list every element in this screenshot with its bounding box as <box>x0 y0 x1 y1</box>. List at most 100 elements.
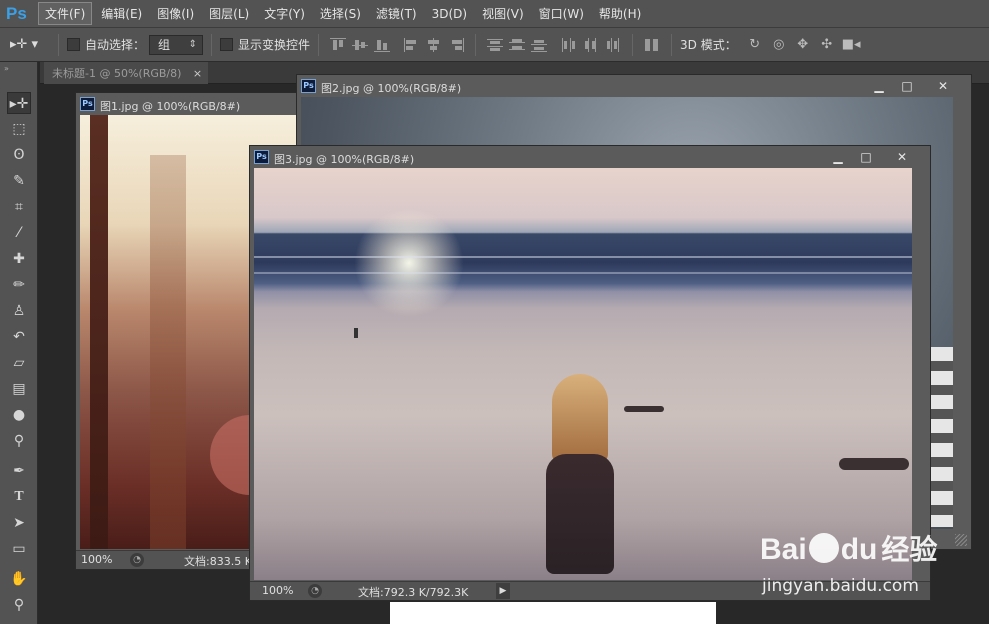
window-title-bar[interactable]: Ps 图1.jpg @ 100%(RGB/8#) <box>76 93 304 115</box>
distribute-hcenter-icon[interactable] <box>583 37 599 52</box>
window-title: 图3.jpg @ 100%(RGB/8#) <box>274 153 415 166</box>
marquee-tool-icon[interactable]: ⬚ <box>7 118 31 140</box>
auto-select-label: 自动选择： <box>85 38 146 52</box>
window-title-bar[interactable]: Ps 图2.jpg @ 100%(RGB/8#) ▁ □ ✕ <box>297 75 971 97</box>
wave-line <box>254 272 912 274</box>
align-right-icon[interactable] <box>448 37 465 52</box>
history-brush-tool-icon[interactable]: ↶ <box>7 326 31 348</box>
lasso-tool-icon[interactable]: ʘ <box>7 144 31 166</box>
blur-tool-icon[interactable]: ● <box>7 404 31 426</box>
align-top-icon[interactable] <box>330 37 347 52</box>
eraser-tool-icon[interactable]: ▱ <box>7 352 31 374</box>
menu-bar: Ps 文件(F) 编辑(E) 图像(I) 图层(L) 文字(Y) 选择(S) 滤… <box>0 0 989 28</box>
divider <box>58 33 59 56</box>
status-info-icon[interactable]: ◔ <box>130 553 144 567</box>
canvas-image-3[interactable] <box>254 168 912 580</box>
ps-badge-icon: Ps <box>80 97 95 111</box>
auto-align-layers-icon[interactable] <box>644 38 660 52</box>
hand-tool-icon[interactable]: ✋ <box>7 568 31 590</box>
move-tool-icon[interactable]: ▸✛ <box>7 92 31 114</box>
doc-size: 文档:792.3 K/792.3K <box>358 586 469 599</box>
seaweed-shape <box>839 458 909 470</box>
options-bar: ▸✛ ▾ 自动选择： 组 显示变换控件 3D 模式： ↻ ◎ ✥ ✣ ■◂ <box>0 28 989 62</box>
paw-icon <box>808 533 839 563</box>
status-info-icon[interactable]: ◔ <box>308 584 322 598</box>
distribute-top-icon[interactable] <box>487 38 504 52</box>
maximize-button[interactable]: □ <box>852 149 880 165</box>
brush-tool-icon[interactable]: ✏ <box>7 274 31 296</box>
3d-drag-icon[interactable]: ✥ <box>794 37 812 53</box>
menu-help[interactable]: 帮助(H) <box>593 3 647 24</box>
menu-edit[interactable]: 编辑(E) <box>95 3 148 24</box>
girl-figure <box>540 374 620 574</box>
menu-view[interactable]: 视图(V) <box>476 3 530 24</box>
quick-select-tool-icon[interactable]: ✎ <box>7 170 31 192</box>
mode-3d-label: 3D 模式： <box>680 38 737 52</box>
align-vcenter-icon[interactable] <box>352 38 369 52</box>
align-bottom-icon[interactable] <box>374 38 391 52</box>
move-tool-preset-icon[interactable]: ▸✛ ▾ <box>10 37 50 52</box>
auto-select-checkbox[interactable] <box>67 38 80 51</box>
tree-trunk <box>90 115 108 549</box>
dodge-tool-icon[interactable]: ⚲ <box>7 430 31 452</box>
railing-shape <box>931 347 953 527</box>
pen-tool-icon[interactable]: ✒ <box>7 460 31 482</box>
align-hcenter-icon[interactable] <box>426 37 442 52</box>
menu-file[interactable]: 文件(F) <box>38 2 93 25</box>
doc-tab-close-icon[interactable]: × <box>193 67 202 80</box>
ps-badge-icon: Ps <box>301 79 316 93</box>
zoom-level[interactable]: 100% <box>81 553 112 566</box>
3d-scale-icon[interactable]: ■◂ <box>842 37 861 53</box>
doc-size: 文档:833.5 K <box>184 555 252 568</box>
distribute-bottom-icon[interactable] <box>531 38 548 52</box>
menu-type[interactable]: 文字(Y) <box>258 3 311 24</box>
window-title: 图1.jpg @ 100%(RGB/8#) <box>100 100 241 113</box>
zoom-tool-icon[interactable]: ⚲ <box>7 594 31 616</box>
gradient-tool-icon[interactable]: ▤ <box>7 378 31 400</box>
divider <box>632 33 634 56</box>
crop-tool-icon[interactable]: ⌗ <box>7 196 31 218</box>
zoom-level[interactable]: 100% <box>262 584 293 597</box>
distribute-vcenter-icon[interactable] <box>509 38 526 52</box>
divider <box>671 33 673 56</box>
window-title-bar[interactable]: Ps 图3.jpg @ 100%(RGB/8#) ▁ □ ✕ <box>250 146 930 168</box>
menu-window[interactable]: 窗口(W) <box>533 3 590 24</box>
panel-collapse-icon[interactable]: » <box>4 64 9 73</box>
watermark-product: 经验 <box>881 534 938 565</box>
3d-rotate-icon[interactable]: ↻ <box>746 37 764 53</box>
status-menu-arrow-icon[interactable]: ▶ <box>496 583 510 599</box>
menu-select[interactable]: 选择(S) <box>314 3 367 24</box>
close-button[interactable]: ✕ <box>888 149 916 165</box>
menu-image[interactable]: 图像(I) <box>151 3 200 24</box>
minimize-button[interactable]: ▁ <box>865 78 893 94</box>
clone-stamp-tool-icon[interactable]: ♙ <box>7 300 31 322</box>
menu-filter[interactable]: 滤镜(T) <box>370 3 423 24</box>
show-transform-label: 显示变换控件 <box>238 38 311 52</box>
path-select-tool-icon[interactable]: ➤ <box>7 512 31 534</box>
maximize-button[interactable]: □ <box>893 78 921 94</box>
baidu-watermark: Bai du 经验 jingyan.baidu.com <box>760 520 980 610</box>
rectangle-tool-icon[interactable]: ▭ <box>7 538 31 560</box>
eyedropper-tool-icon[interactable]: ⁄ <box>7 222 31 244</box>
doc-tab-untitled[interactable]: 未标题-1 @ 50%(RGB/8) × <box>44 62 208 84</box>
photoshop-logo: Ps <box>6 3 27 23</box>
doc-tab-label: 未标题-1 @ 50%(RGB/8) <box>52 67 182 80</box>
3d-roll-icon[interactable]: ◎ <box>770 37 788 53</box>
align-left-icon[interactable] <box>404 37 420 52</box>
seaweed-shape <box>624 406 664 412</box>
type-tool-icon[interactable]: T <box>7 486 31 508</box>
3d-slide-icon[interactable]: ✣ <box>818 37 836 53</box>
minimize-button[interactable]: ▁ <box>824 149 852 165</box>
menu-3d[interactable]: 3D(D) <box>426 5 473 23</box>
ps-badge-icon: Ps <box>254 150 269 164</box>
auto-select-dropdown[interactable]: 组 <box>149 34 204 55</box>
distribute-right-icon[interactable] <box>605 37 621 52</box>
tree-trunk <box>150 155 186 549</box>
menu-layer[interactable]: 图层(L) <box>203 3 255 24</box>
sun-glow <box>354 208 464 318</box>
show-transform-checkbox[interactable] <box>220 38 234 51</box>
tools-panel: » ▸✛ ⬚ ʘ ✎ ⌗ ⁄ ✚ ✏ ♙ ↶ ▱ ▤ ● ⚲ ✒ T ➤ ▭ ✋… <box>0 62 38 624</box>
close-button[interactable]: ✕ <box>929 78 957 94</box>
healing-brush-tool-icon[interactable]: ✚ <box>7 248 31 270</box>
distribute-left-icon[interactable] <box>561 37 577 52</box>
